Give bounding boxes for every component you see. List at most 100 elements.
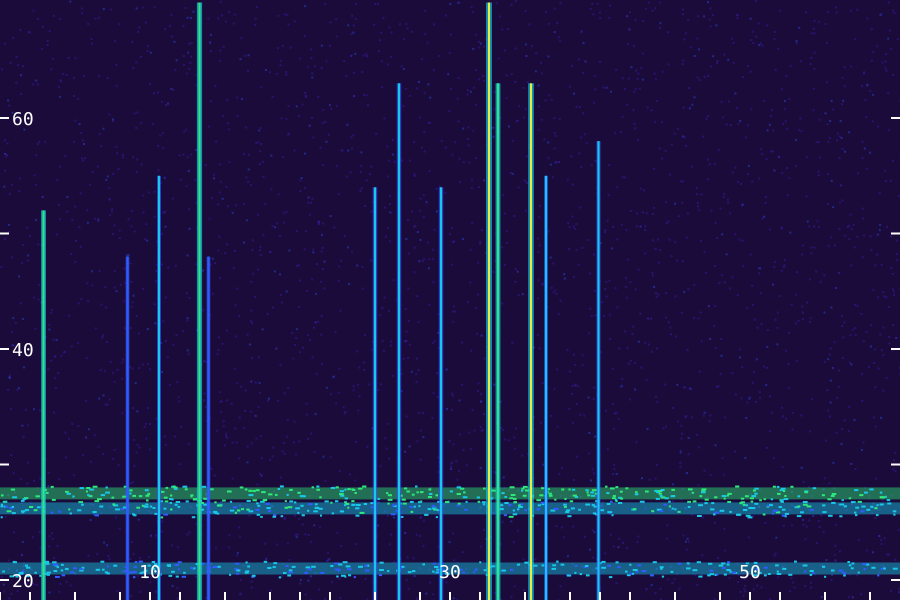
noise-speck	[142, 211, 145, 214]
noise-speck	[687, 18, 690, 21]
noise-speck	[621, 77, 624, 80]
noise-speck	[101, 336, 104, 339]
noise-speck	[384, 437, 387, 440]
band-speck	[22, 498, 27, 501]
noise-speck	[896, 253, 898, 255]
band-speck	[578, 508, 581, 511]
noise-speck	[762, 365, 765, 368]
band-speck	[633, 508, 637, 511]
noise-speck	[74, 260, 77, 263]
noise-speck	[470, 187, 473, 190]
noise-speck	[307, 579, 310, 582]
noise-speck	[563, 536, 565, 539]
noise-speck	[801, 318, 804, 321]
noise-speck	[27, 254, 30, 257]
band-speck	[564, 498, 567, 500]
noise-speck	[53, 557, 55, 559]
band-speck	[518, 504, 521, 507]
noise-speck	[298, 517, 301, 520]
noise-speck	[448, 51, 451, 54]
band-speck	[229, 509, 235, 512]
noise-speck	[782, 525, 785, 527]
noise-speck	[806, 220, 809, 223]
noise-speck	[693, 54, 696, 57]
band-speck	[865, 563, 870, 566]
noise-speck	[405, 415, 408, 418]
band-speck	[850, 501, 856, 504]
noise-speck	[298, 57, 301, 60]
noise-speck	[782, 122, 784, 125]
band-speck	[347, 568, 352, 571]
noise-speck	[877, 296, 880, 299]
noise-speck	[285, 73, 288, 76]
noise-speck	[374, 3, 377, 5]
band-speck	[841, 499, 844, 502]
signal-line-core	[497, 83, 499, 600]
noise-speck	[185, 72, 188, 75]
noise-speck	[851, 596, 854, 599]
band-speck	[539, 494, 544, 497]
signal-line-core	[398, 83, 400, 600]
noise-speck	[234, 204, 237, 207]
band-speck	[377, 498, 381, 500]
noise-speck	[627, 362, 630, 365]
noise-speck	[186, 254, 189, 257]
noise-speck	[674, 335, 677, 338]
noise-speck	[894, 558, 896, 561]
noise-speck	[452, 394, 454, 397]
noise-speck	[212, 173, 215, 176]
noise-speck	[65, 73, 68, 76]
band-speck	[574, 565, 578, 567]
noise-speck	[209, 40, 212, 43]
noise-speck	[91, 171, 94, 174]
noise-speck	[629, 281, 632, 284]
band-speck	[12, 496, 18, 499]
band-speck	[255, 508, 260, 511]
noise-speck	[111, 208, 114, 211]
noise-speck	[625, 277, 627, 280]
noise-speck	[351, 14, 354, 17]
noise-speck	[238, 315, 241, 318]
noise-speck	[636, 540, 639, 543]
noise-speck	[33, 408, 35, 411]
band-speck	[92, 511, 97, 513]
band-speck	[35, 495, 40, 498]
noise-speck	[311, 116, 313, 119]
noise-speck	[404, 532, 407, 534]
noise-speck	[268, 397, 270, 400]
noise-speck	[737, 180, 740, 183]
noise-speck	[214, 547, 217, 550]
noise-speck	[654, 120, 657, 123]
noise-speck	[660, 121, 663, 124]
noise-speck	[827, 358, 830, 361]
noise-speck	[818, 20, 821, 23]
noise-speck	[651, 271, 654, 274]
noise-speck	[608, 279, 611, 282]
noise-speck	[773, 37, 776, 40]
band-speck	[742, 509, 748, 511]
noise-speck	[391, 153, 394, 156]
noise-speck	[219, 400, 222, 403]
noise-speck	[306, 289, 309, 292]
noise-speck	[665, 292, 668, 294]
band-speck	[585, 489, 589, 492]
band-speck	[713, 513, 716, 516]
noise-speck	[247, 153, 250, 156]
noise-speck	[339, 596, 342, 599]
noise-speck	[236, 382, 239, 385]
noise-speck	[835, 6, 837, 9]
noise-speck	[277, 193, 280, 196]
noise-speck	[133, 112, 136, 115]
noise-speck	[51, 57, 54, 60]
noise-speck	[642, 20, 645, 22]
noise-speck	[380, 86, 383, 88]
noise-speck	[22, 65, 24, 68]
noise-speck	[682, 260, 684, 263]
band-speck	[456, 486, 462, 489]
band-speck	[65, 490, 69, 493]
noise-speck	[635, 441, 638, 444]
noise-speck	[605, 280, 608, 283]
noise-speck	[451, 310, 454, 313]
noise-speck	[809, 63, 812, 65]
noise-speck	[26, 461, 29, 464]
